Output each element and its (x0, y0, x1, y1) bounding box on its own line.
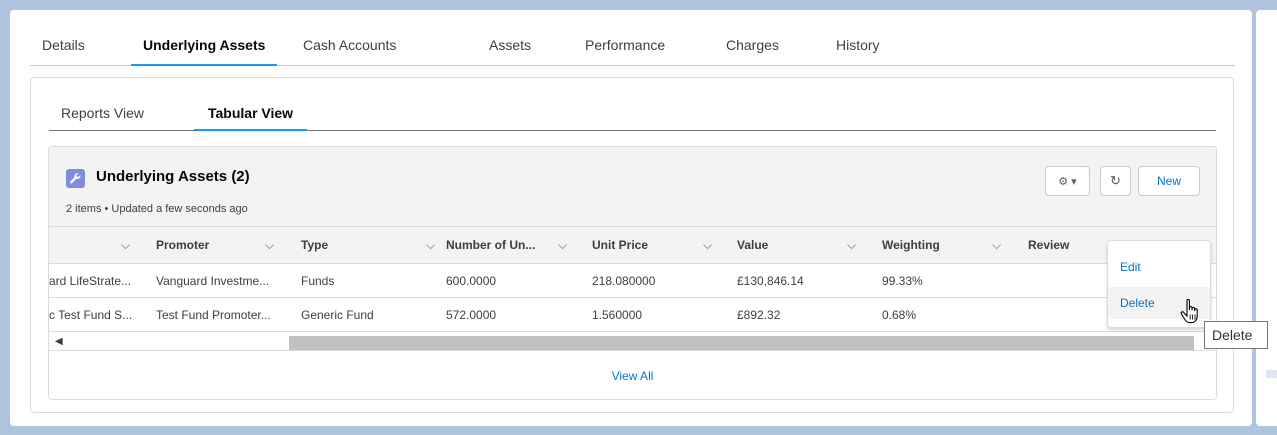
tab-tabular-view[interactable]: Tabular View (193, 100, 308, 131)
scroll-left-arrow-icon[interactable]: ◀ (55, 333, 63, 351)
tab-underlying-assets[interactable]: Underlying Assets (130, 34, 278, 66)
record-tabs: Details Underlying Assets Cash Accounts … (30, 34, 1235, 66)
column-menu-chevron-down-icon[interactable]: ⌵ (265, 227, 274, 264)
table-row: c Test Fund S... Test Fund Promoter... G… (49, 299, 1216, 332)
related-list-status: 2 items • Updated a few seconds ago (66, 203, 248, 215)
cell-type: Generic Fund (301, 308, 374, 322)
column-header-weighting[interactable]: Weighting (882, 227, 940, 264)
new-button[interactable]: New (1138, 166, 1200, 196)
view-all-link[interactable]: View All (49, 352, 1216, 399)
delete-tooltip: Delete (1204, 321, 1268, 349)
tab-history[interactable]: History (836, 34, 880, 65)
column-header-type[interactable]: Type (301, 227, 328, 264)
column-header-number-of-units[interactable]: Number of Un... (446, 227, 535, 264)
tab-performance[interactable]: Performance (585, 34, 665, 65)
column-header-value[interactable]: Value (737, 227, 768, 264)
view-tabs: Reports View Tabular View (49, 100, 1216, 131)
refresh-icon: ↻ (1110, 173, 1121, 188)
tab-cash-accounts[interactable]: Cash Accounts (303, 34, 396, 65)
underlying-assets-panel: Reports View Tabular View Underlying Ass… (30, 77, 1234, 413)
list-settings-button[interactable]: ⚙ ▾ (1045, 166, 1090, 196)
cell-unit-price: 218.080000 (592, 274, 656, 288)
column-menu-chevron-down-icon[interactable]: ⌵ (703, 227, 712, 264)
cell-promoter[interactable]: Test Fund Promoter... (156, 299, 271, 332)
adjacent-panel-strip (1266, 370, 1277, 378)
column-menu-chevron-down-icon[interactable]: ⌵ (847, 227, 856, 264)
horizontal-scrollbar[interactable]: ◀ (49, 333, 1216, 351)
scrollbar-thumb[interactable] (289, 336, 1194, 350)
related-list-title[interactable]: Underlying Assets (2) (96, 168, 250, 185)
cell-weighting: 0.68% (882, 308, 917, 322)
tab-charges[interactable]: Charges (726, 34, 779, 65)
tab-details[interactable]: Details (42, 34, 85, 65)
cell-name[interactable]: ard LifeStrate... (49, 265, 131, 298)
adjacent-panel (1256, 10, 1277, 426)
refresh-button[interactable]: ↻ (1100, 166, 1131, 196)
cell-promoter[interactable]: Vanguard Investme... (156, 265, 269, 298)
column-menu-chevron-down-icon[interactable]: ⌵ (992, 227, 1001, 264)
cell-value: £892.32 (737, 308, 781, 322)
cell-name[interactable]: c Test Fund S... (49, 299, 132, 332)
column-header-promoter[interactable]: Promoter (156, 227, 209, 264)
menu-item-edit[interactable]: Edit (1108, 251, 1210, 283)
cell-unit-price: 1.560000 (592, 308, 643, 322)
column-menu-chevron-down-icon[interactable]: ⌵ (558, 227, 567, 264)
cell-number-of-units: 572.0000 (446, 308, 497, 322)
related-list-card: Underlying Assets (2) 2 items • Updated … (48, 146, 1217, 400)
cell-value: £130,846.14 (737, 274, 804, 288)
tab-assets[interactable]: Assets (489, 34, 531, 65)
tab-reports-view[interactable]: Reports View (61, 100, 144, 130)
column-header-review[interactable]: Review (1028, 227, 1069, 264)
column-menu-chevron-down-icon[interactable]: ⌵ (426, 227, 435, 264)
gear-icon: ⚙ ▾ (1058, 176, 1077, 188)
table-header: ⌵ Promoter ⌵ Type ⌵ Number of Un... ⌵ Un… (49, 227, 1216, 264)
cell-number-of-units: 600.0000 (446, 274, 497, 288)
cell-type: Funds (301, 274, 335, 288)
related-list-header: Underlying Assets (2) 2 items • Updated … (49, 147, 1216, 227)
cell-weighting: 99.33% (882, 274, 923, 288)
table-row: ard LifeStrate... Vanguard Investme... F… (49, 265, 1216, 298)
column-menu-chevron-down-icon[interactable]: ⌵ (121, 227, 130, 264)
column-header-unit-price[interactable]: Unit Price (592, 227, 648, 264)
wrench-icon (66, 169, 85, 188)
